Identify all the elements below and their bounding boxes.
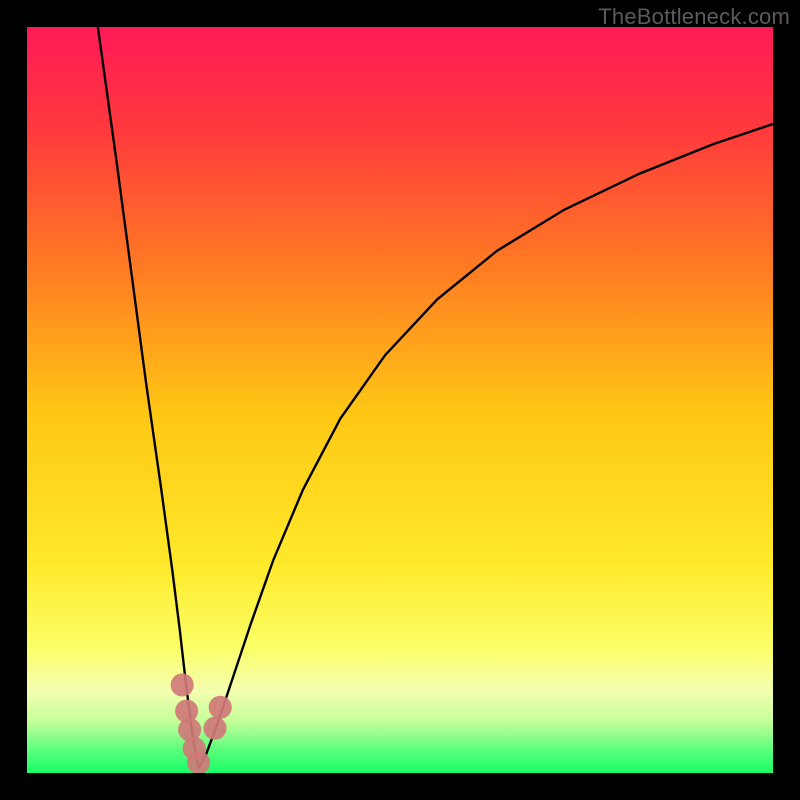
curve-right-branch [199, 124, 773, 769]
highlight-dot [203, 717, 226, 740]
curve-layer [27, 27, 773, 773]
highlight-dot [171, 673, 194, 696]
plot-area [27, 27, 773, 773]
attribution-text: TheBottleneck.com [598, 4, 790, 30]
curve-left-branch [98, 27, 199, 769]
highlight-dot [209, 696, 232, 719]
chart-frame: TheBottleneck.com [0, 0, 800, 800]
highlight-cluster [171, 673, 232, 773]
